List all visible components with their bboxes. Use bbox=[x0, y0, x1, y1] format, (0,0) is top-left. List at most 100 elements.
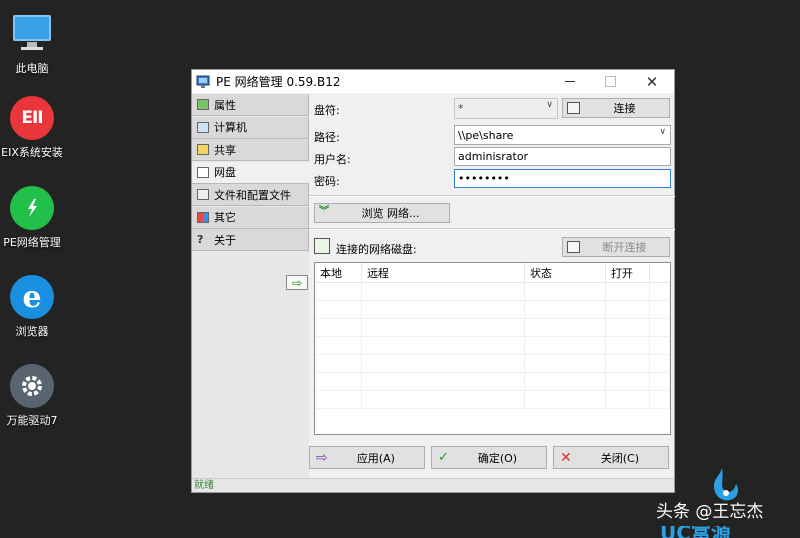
document-icon bbox=[197, 189, 209, 200]
sidebar-item-label: 关于 bbox=[214, 233, 236, 247]
table-row[interactable] bbox=[315, 301, 670, 319]
column-status[interactable]: 状态 bbox=[525, 263, 606, 282]
sidebar-item-network-drive[interactable]: 网盘 bbox=[192, 161, 309, 184]
desktop-icon-eix-install[interactable]: EII EIX系统安装 bbox=[0, 96, 64, 160]
drive-letter-label: 盘符: bbox=[314, 104, 340, 117]
table-header: 本地 远程 状态 打开 bbox=[315, 263, 670, 283]
column-open[interactable]: 打开 bbox=[606, 263, 650, 282]
watermark-text: 头条 @王忘杰 bbox=[656, 502, 764, 522]
table-cell bbox=[362, 283, 525, 300]
chevron-down-icon: ∨ bbox=[546, 100, 553, 110]
table-cell bbox=[650, 391, 670, 408]
desktop-icon-pe-network[interactable]: PE网络管理 bbox=[0, 186, 64, 250]
table-row[interactable] bbox=[315, 319, 670, 337]
properties-icon bbox=[197, 99, 209, 110]
maximize-button[interactable] bbox=[590, 70, 630, 93]
table-cell bbox=[606, 301, 650, 318]
table-cell bbox=[650, 373, 670, 390]
desktop-icon-label: PE网络管理 bbox=[3, 236, 61, 249]
table-cell bbox=[525, 319, 606, 336]
apply-button[interactable]: ⇨ 应用(A) bbox=[309, 446, 425, 469]
table-cell bbox=[315, 373, 362, 390]
sidebar-item-other[interactable]: 其它 bbox=[192, 206, 309, 229]
pe-network-window: PE 网络管理 0.59.B12 ✕ 属性 计算机 共享 网盘 文件和配置文件 … bbox=[191, 69, 675, 493]
gear-icon bbox=[10, 364, 54, 408]
close-button-label: 关闭(C) bbox=[600, 451, 639, 465]
sidebar-item-label: 文件和配置文件 bbox=[214, 188, 291, 202]
connect-button-label: 连接 bbox=[613, 102, 636, 115]
connected-drives-table[interactable]: 本地 远程 状态 打开 bbox=[314, 262, 671, 435]
desktop-icon-driver[interactable]: 万能驱动7 bbox=[0, 364, 64, 428]
table-body bbox=[315, 283, 670, 409]
other-icon bbox=[197, 211, 209, 223]
drive-letter-select[interactable]: * ∨ bbox=[454, 98, 558, 119]
close-button[interactable]: ✕ 关闭(C) bbox=[553, 446, 669, 469]
table-cell bbox=[525, 355, 606, 372]
table-cell bbox=[650, 283, 670, 300]
connected-drives-icon bbox=[314, 238, 330, 254]
status-bar: 就绪 bbox=[192, 478, 674, 492]
sidebar-item-files-config[interactable]: 文件和配置文件 bbox=[192, 184, 309, 206]
sidebar-item-properties[interactable]: 属性 bbox=[192, 94, 309, 116]
eix-installer-icon: EII bbox=[10, 96, 54, 140]
connected-drives-label: 连接的网络磁盘: bbox=[336, 243, 417, 256]
sidebar-item-share[interactable]: 共享 bbox=[192, 139, 309, 161]
username-input[interactable]: adminisrator bbox=[454, 147, 671, 166]
chevron-down-icon: ∨ bbox=[659, 127, 666, 137]
table-cell bbox=[362, 337, 525, 354]
browse-network-button[interactable]: ︾ 浏览 网络... bbox=[314, 203, 450, 223]
arrow-right-icon: ⇨ bbox=[316, 449, 328, 466]
table-cell bbox=[525, 391, 606, 408]
sidebar-item-label: 共享 bbox=[214, 143, 236, 157]
disconnect-button-label: 断开连接 bbox=[602, 241, 647, 254]
table-row[interactable] bbox=[315, 283, 670, 301]
sidebar-item-label: 网盘 bbox=[214, 166, 236, 179]
disconnect-button[interactable]: 断开连接 bbox=[562, 237, 670, 257]
table-cell bbox=[315, 283, 362, 300]
desktop-icon-browser[interactable]: e 浏览器 bbox=[0, 275, 64, 339]
share-folder-icon bbox=[197, 144, 209, 155]
password-input[interactable]: •••••••• bbox=[454, 169, 671, 188]
sidebar-item-computer[interactable]: 计算机 bbox=[192, 116, 309, 139]
table-cell bbox=[362, 391, 525, 408]
password-label: 密码: bbox=[314, 175, 340, 188]
question-icon: ? bbox=[197, 233, 204, 246]
path-combo[interactable]: \\pe\share ∨ bbox=[454, 125, 671, 145]
table-row[interactable] bbox=[315, 337, 670, 355]
double-chevron-down-icon: ︾ bbox=[319, 206, 329, 217]
network-drive-icon bbox=[567, 102, 580, 114]
title-bar[interactable]: PE 网络管理 0.59.B12 ✕ bbox=[192, 70, 674, 93]
ok-button-label: 确定(O) bbox=[477, 451, 518, 465]
browser-icon: e bbox=[10, 275, 54, 319]
table-cell bbox=[362, 355, 525, 372]
column-local[interactable]: 本地 bbox=[315, 263, 362, 282]
computer-icon bbox=[10, 12, 54, 56]
table-row[interactable] bbox=[315, 373, 670, 391]
desktop-icon-this-pc[interactable]: 此电脑 bbox=[0, 10, 64, 76]
ok-button[interactable]: ✓ 确定(O) bbox=[431, 446, 547, 469]
desktop-icon-label: EIX系统安装 bbox=[1, 146, 63, 159]
connect-button[interactable]: 连接 bbox=[562, 98, 670, 118]
app-icon bbox=[196, 75, 210, 88]
sidebar-item-about[interactable]: ? 关于 bbox=[192, 229, 309, 251]
check-icon: ✓ bbox=[438, 450, 449, 465]
table-cell bbox=[525, 301, 606, 318]
divider bbox=[309, 195, 675, 197]
path-label: 路径: bbox=[314, 131, 340, 144]
table-cell bbox=[650, 319, 670, 336]
network-drive-icon bbox=[197, 166, 209, 178]
close-icon: ✕ bbox=[560, 449, 572, 466]
table-row[interactable] bbox=[315, 391, 670, 409]
sidebar-item-label: 其它 bbox=[214, 211, 236, 224]
password-value: •••••••• bbox=[458, 172, 510, 185]
table-cell bbox=[525, 283, 606, 300]
sidebar-arrow-button[interactable]: ⇨ bbox=[286, 275, 308, 290]
close-window-button[interactable]: ✕ bbox=[632, 70, 672, 93]
minimize-button[interactable] bbox=[550, 70, 590, 93]
table-cell bbox=[650, 301, 670, 318]
table-cell bbox=[650, 337, 670, 354]
column-remote[interactable]: 远程 bbox=[362, 263, 525, 282]
table-row[interactable] bbox=[315, 355, 670, 373]
apply-button-label: 应用(A) bbox=[356, 451, 395, 465]
table-cell bbox=[606, 373, 650, 390]
